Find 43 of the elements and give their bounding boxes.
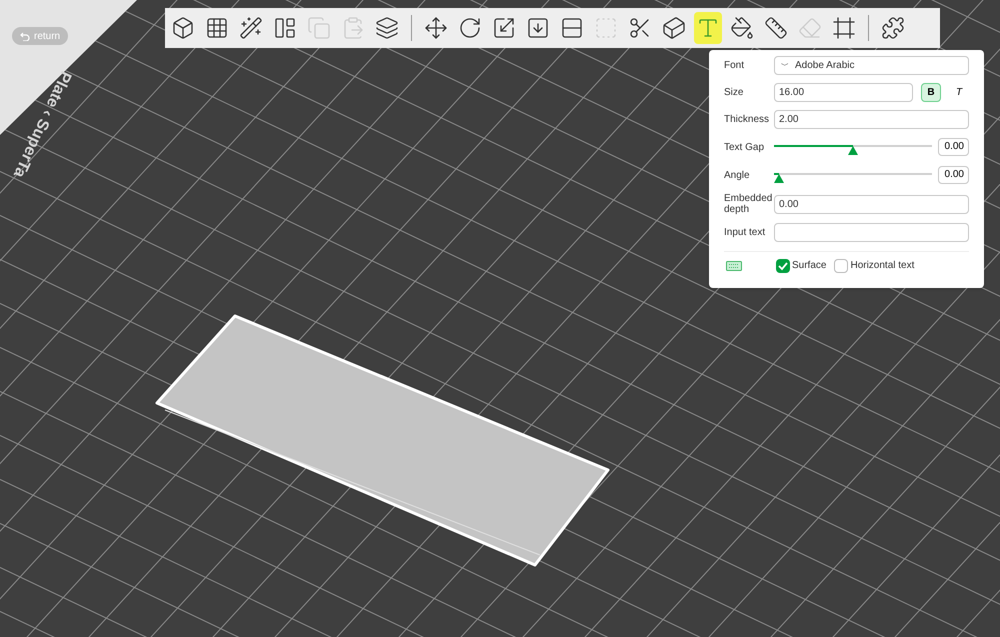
italic-toggle[interactable]: T [949,83,969,102]
ruler-icon [764,16,788,40]
cuboid-icon [662,16,686,40]
paint-bucket-icon [730,16,754,40]
lay-flat-icon [526,16,550,40]
checkbox[interactable] [776,258,790,272]
field-label: Text Gap [724,142,766,152]
checkbox[interactable] [834,258,848,272]
slider-track[interactable] [774,173,932,185]
eraser-icon [798,16,822,40]
depth-field[interactable]: 0.00 [774,194,969,214]
checkbox-label: Surface [792,259,826,273]
field-label: Angle [724,170,751,180]
dashed-square-icon [594,16,618,40]
field-label: Embedded depth [724,193,774,215]
size-field[interactable]: 16.00 [774,83,913,102]
value-field[interactable]: 0.00 [938,138,969,156]
move-icon [424,16,448,40]
layers-icon [375,16,399,40]
wand-icon [239,16,263,40]
value-field[interactable]: 0.00 [938,166,969,184]
puzzle-icon [881,16,905,40]
frame-icon [832,16,856,40]
rotate-icon [458,16,482,40]
slider-track[interactable] [774,145,932,157]
scale-icon [492,16,516,40]
checkbox-label: Horizontal text [850,259,914,273]
bold-toggle[interactable]: B [921,83,941,102]
copy-icon [307,16,331,40]
undo-icon [20,32,30,40]
grid-icon [205,16,229,40]
cube-icon [171,16,195,40]
input-text-field[interactable] [774,223,969,242]
layout-icon [273,16,297,40]
keyboard-icon [726,260,742,270]
field-label: Size [724,87,744,98]
field-label: Input text [724,227,766,238]
field-label: Font [724,60,746,71]
font-dropdown[interactable]: ﹀ Adobe Arabic [774,56,969,75]
split-icon [560,16,584,40]
thickness-field[interactable]: 2.00 [774,110,969,129]
caret-icon: ﹀ [781,57,789,74]
field-label: Thickness [724,114,770,125]
